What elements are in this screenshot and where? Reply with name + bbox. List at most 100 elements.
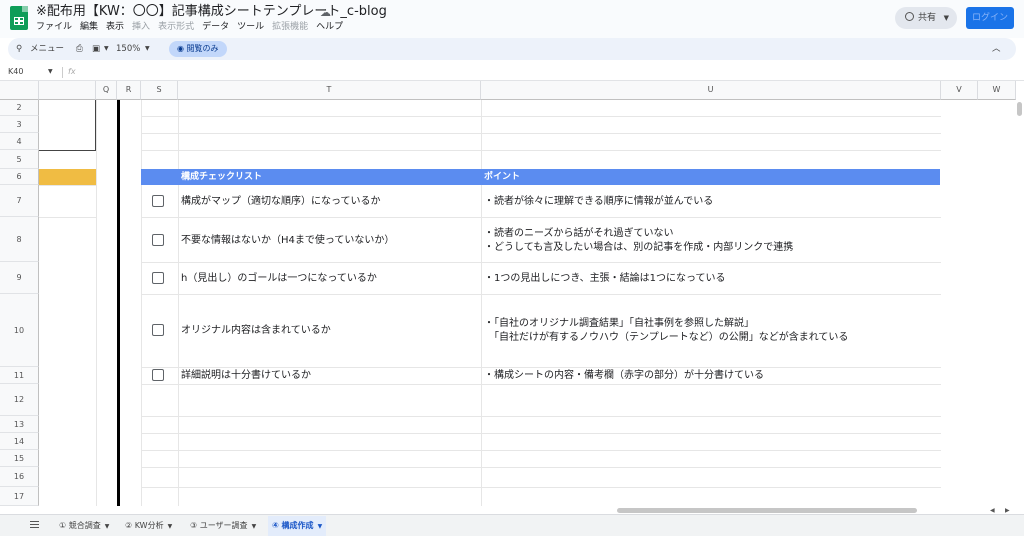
eye-icon: ◉ [177, 44, 187, 53]
collapse-toolbar-icon[interactable]: ︿ [992, 38, 1001, 60]
sheet-tab[interactable]: ③ ユーザー調査 ▼ [186, 516, 260, 536]
chevron-down-icon: ▼ [943, 14, 949, 22]
row-header[interactable]: 13 [0, 416, 39, 433]
menu-format[interactable]: 表示形式 [158, 21, 194, 33]
vertical-scrollbar[interactable] [1017, 102, 1022, 116]
points-header-title[interactable]: ポイント [484, 169, 520, 185]
row-header[interactable]: 11 [0, 367, 39, 384]
sheet-tab-label: ③ ユーザー調査 [190, 521, 248, 530]
menu-search-label[interactable]: メニュー [30, 38, 64, 60]
row-header[interactable]: 5 [0, 150, 39, 169]
cloud-done-icon[interactable]: ☁ [320, 6, 331, 19]
row-header[interactable]: 3 [0, 116, 39, 133]
point-text[interactable]: ・1つの見出しにつき、主張・結論は1つになっている [484, 272, 726, 285]
checkbox[interactable] [152, 272, 164, 284]
share-label: 共有 [918, 13, 937, 23]
column-header-s[interactable]: S [141, 81, 178, 100]
column-header-w[interactable]: W [978, 81, 1016, 100]
zoom-select[interactable]: 150% [116, 38, 140, 60]
point-text[interactable]: ・読者が徐々に理解できる順序に情報が並んでいる [484, 195, 713, 208]
horizontal-scrollbar[interactable] [617, 508, 917, 513]
row-header[interactable]: 15 [0, 450, 39, 467]
chevron-down-icon[interactable]: ▼ [318, 523, 323, 530]
scroll-right-icon[interactable]: ▶ [1005, 507, 1010, 514]
formula-bar: K40 ▼ fx [0, 64, 1024, 81]
zoom-chevron-icon[interactable]: ▼ [145, 38, 150, 60]
checklist-item[interactable]: h（見出し）のゴールは一つになっているか [181, 272, 377, 285]
name-box[interactable]: K40 [8, 64, 23, 80]
scroll-left-icon[interactable]: ◀ [990, 507, 995, 514]
row-header[interactable]: 4 [0, 133, 39, 150]
sheet-tabs-bar: ① 競合調査 ▼ ② KW分析 ▼ ③ ユーザー調査 ▼ ④ 構成作成 ▼ [0, 514, 1024, 536]
menu-edit[interactable]: 編集 [80, 21, 98, 33]
sheet-tab[interactable]: ① 競合調査 ▼ [55, 516, 113, 536]
chevron-down-icon[interactable]: ▼ [104, 38, 109, 60]
menu-view[interactable]: 表示 [106, 21, 124, 33]
point-text[interactable]: ・どうしても言及したい場合は、別の記事を作成・内部リンクで連携 [484, 241, 793, 254]
checkbox[interactable] [152, 234, 164, 246]
row-header[interactable]: 14 [0, 433, 39, 450]
column-header-v[interactable]: V [941, 81, 978, 100]
chevron-down-icon[interactable]: ▼ [252, 523, 257, 530]
menu-help[interactable]: ヘルプ [316, 21, 343, 33]
cell-border [39, 150, 96, 151]
highlighted-cell[interactable] [39, 169, 96, 185]
checklist-header-title[interactable]: 構成チェックリスト [181, 169, 262, 185]
chevron-down-icon[interactable]: ▼ [105, 523, 110, 530]
point-text[interactable]: 「自社だけが有するノウハウ（テンプレートなど）の公開」などが含まれている [484, 331, 848, 344]
point-text[interactable]: ・「自社のオリジナル調査結果」「自社事例を参照した解説」 [484, 317, 754, 330]
sheet-tab[interactable]: ② KW分析 ▼ [121, 516, 176, 536]
row-header[interactable]: 17 [0, 487, 39, 506]
menu-data[interactable]: データ [202, 21, 229, 33]
row-header[interactable]: 2 [0, 100, 39, 116]
menu-tools[interactable]: ツール [237, 21, 264, 33]
view-only-badge[interactable]: ◉ 閲覧のみ [169, 41, 227, 57]
chevron-down-icon[interactable]: ▼ [168, 523, 173, 530]
checklist-item[interactable]: 構成がマップ（適切な順序）になっているか [181, 195, 381, 208]
point-text[interactable]: ・読者のニーズから話がそれ過ぎていない [484, 227, 674, 240]
sheets-logo-icon[interactable] [10, 6, 28, 30]
search-icon[interactable]: ⚲ [16, 38, 22, 60]
corner-cell[interactable] [0, 81, 39, 100]
menu-bar: ファイル 編集 表示 挿入 表示形式 データ ツール 拡張機能 ヘルプ [36, 21, 351, 33]
column-header-u[interactable]: U [481, 81, 941, 100]
sheet-tab-label: ① 競合調査 [59, 521, 101, 530]
row-header[interactable]: 7 [0, 185, 39, 217]
row-header[interactable]: 12 [0, 384, 39, 416]
login-button[interactable]: ログイン [966, 7, 1014, 29]
column-header-blank[interactable] [39, 81, 96, 100]
column-header-r[interactable]: R [117, 81, 141, 100]
checkbox[interactable] [152, 369, 164, 381]
menu-insert[interactable]: 挿入 [132, 21, 150, 33]
name-box-chevron-icon[interactable]: ▼ [48, 64, 53, 80]
paint-format-icon[interactable]: ▣ [92, 38, 100, 60]
checklist-item[interactable]: 不要な情報はないか（H4まで使っていないか） [181, 234, 394, 247]
sheet-tab-active[interactable]: ④ 構成作成 ▼ [268, 516, 327, 536]
checklist-item[interactable]: オリジナル内容は含まれているか [181, 324, 331, 337]
sheet-tab-label: ② KW分析 [125, 521, 164, 530]
row-header[interactable]: 6 [0, 169, 39, 185]
frozen-divider[interactable] [117, 100, 120, 506]
document-title[interactable]: ※配布用【KW：〇〇】記事構成シートテンプレート_c-blog [36, 3, 387, 21]
all-sheets-icon[interactable] [30, 521, 39, 528]
view-only-label: 閲覧のみ [186, 44, 219, 53]
menu-file[interactable]: ファイル [36, 21, 72, 33]
row-header[interactable]: 10 [0, 294, 39, 367]
print-icon[interactable]: ⎙ [76, 38, 83, 60]
checkbox[interactable] [152, 195, 164, 207]
checkbox[interactable] [152, 324, 164, 336]
column-header-q[interactable]: Q [96, 81, 117, 100]
row-header[interactable]: 8 [0, 217, 39, 262]
checklist-item[interactable]: 詳細説明は十分書けているか [181, 369, 311, 382]
point-text[interactable]: ・構成シートの内容・備考欄（赤字の部分）が十分書けている [484, 369, 764, 382]
cell-border [95, 100, 96, 151]
title-bar: ※配布用【KW：〇〇】記事構成シートテンプレート_c-blog ☁ ファイル 編… [0, 0, 1024, 38]
column-header-t[interactable]: T [178, 81, 481, 100]
menu-extensions[interactable]: 拡張機能 [272, 21, 308, 33]
row-header[interactable]: 16 [0, 467, 39, 487]
row-header[interactable]: 9 [0, 262, 39, 294]
checklist-header-row: 構成チェックリスト ポイント [141, 169, 940, 185]
share-button[interactable]: 共有 ▼ [895, 7, 957, 29]
formula-divider [62, 67, 63, 78]
fx-icon: fx [68, 67, 76, 76]
